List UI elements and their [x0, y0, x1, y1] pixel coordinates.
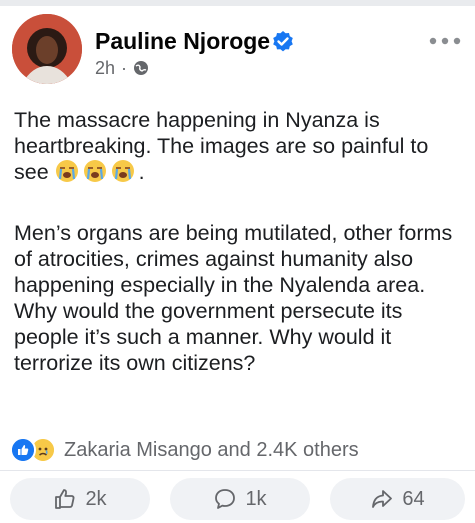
comment-icon	[215, 489, 236, 509]
crying-face-icon	[55, 160, 78, 182]
globe-icon[interactable]	[133, 60, 149, 76]
comment-button[interactable]: 1k	[170, 478, 310, 520]
share-count: 64	[402, 487, 425, 510]
crying-face-icon	[111, 160, 134, 182]
crying-face-icon	[83, 160, 106, 182]
share-button[interactable]: 64	[330, 478, 465, 520]
more-options-icon[interactable]	[428, 36, 462, 46]
post-time[interactable]: 2h	[95, 58, 115, 78]
author-name[interactable]: Pauline Njoroge	[95, 28, 270, 55]
actions-divider	[0, 470, 475, 471]
share-icon	[372, 490, 393, 508]
verified-badge-icon	[273, 31, 293, 52]
avatar-image	[12, 14, 82, 84]
avatar[interactable]	[12, 14, 82, 84]
thumbs-up-icon	[55, 489, 75, 509]
post-text-1-end: .	[138, 160, 145, 184]
like-icon	[10, 437, 36, 463]
post-actions: 2k 1k 64	[0, 478, 475, 520]
reaction-summary[interactable]: Zakaria Misango and 2.4K others	[10, 437, 359, 463]
top-divider	[0, 0, 475, 6]
meta-separator: ·	[121, 58, 128, 78]
post-meta: 2h ·	[95, 58, 149, 79]
like-count: 2k	[85, 487, 107, 510]
reaction-summary-text: Zakaria Misango and 2.4K others	[64, 438, 359, 461]
comment-count: 1k	[245, 487, 267, 510]
post-paragraph-2: Men’s organs are being mutilated, other …	[14, 221, 453, 375]
like-button[interactable]: 2k	[10, 478, 150, 520]
post-paragraph-1: The massacre happening in Nyanza is hear…	[14, 107, 464, 185]
